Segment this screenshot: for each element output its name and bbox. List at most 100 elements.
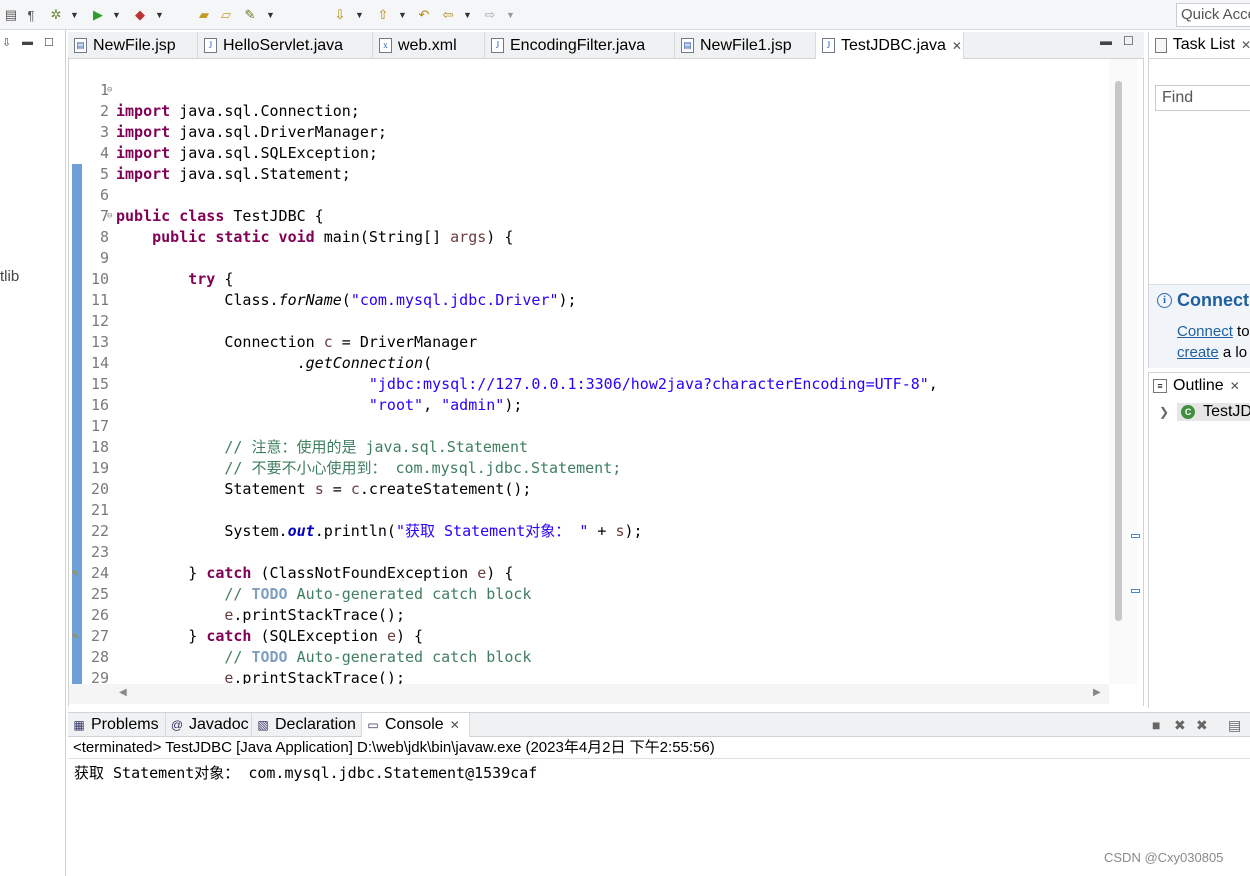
pen-dropdown-icon[interactable]: ▼ [266,6,275,24]
outline-class-item[interactable]: ❯ C TestJDBC [1159,401,1250,423]
code-line: 19 Statement s = c.createStatement(); [90,459,532,498]
code-line: 14 "jdbc:mysql://127.0.0.1:3306/how2java… [90,354,938,393]
scrollbar-thumb[interactable] [1115,81,1122,621]
tab-problems[interactable]: ▦ Problems [68,713,166,737]
pilcrow-icon[interactable]: ¶ [24,6,38,24]
external-tools-icon[interactable]: ◆ [132,6,148,24]
tab-javadoc[interactable]: @ Javadoc [166,713,252,737]
code-line: 11 [90,291,109,309]
remove-launch-icon[interactable]: ✖ [1174,717,1186,734]
java-file-icon: J [822,38,835,53]
pen-icon[interactable]: ✎ [242,6,258,24]
at-icon: @ [170,718,184,732]
console-status-line: <terminated> TestJDBC [Java Application]… [68,737,1250,759]
overview-ruler-marker[interactable] [1131,534,1140,538]
jsp-file-icon: ▤ [74,38,87,53]
prev-annotation-icon[interactable]: ⇧ [375,6,391,24]
tab-newfile1-jsp[interactable]: ▤ NewFile1.jsp [675,32,816,59]
next-annotation-icon[interactable]: ⇩ [332,6,348,24]
back-dropdown-icon[interactable]: ▼ [463,6,472,24]
tab-testjdbc-java[interactable]: J TestJDBC.java ✕ [816,32,964,59]
code-line: 18 // 不要不小心使用到： com.mysql.jdbc.Statement… [90,438,622,477]
maximize-icon[interactable]: ☐ [44,36,54,49]
tab-console[interactable]: ▭ Console ✕ [362,713,470,737]
info-icon: i [1157,293,1172,308]
editor-tab-bar: ▤ NewFile.jsp J HelloServlet.java x web.… [68,32,1144,59]
open-folder-icon[interactable]: ▰ [196,6,212,24]
code-line: 25 e.printStackTrace(); [90,585,405,624]
debug-icon[interactable]: ✲ [48,6,64,24]
tab-encodingfilter-java[interactable]: J EncodingFilter.java [485,32,675,59]
minimize-icon[interactable]: ▬ [22,36,33,48]
code-line: 29 } [90,669,109,684]
maximize-icon[interactable]: ☐ [1123,34,1134,48]
next-annotation-dropdown-icon[interactable]: ▼ [355,6,364,24]
close-icon[interactable]: ✕ [1230,379,1240,393]
console-icon: ▭ [367,718,379,732]
connect-link[interactable]: Connect to [1177,323,1250,340]
tab-newfile-jsp[interactable]: ▤ NewFile.jsp [68,32,198,59]
tab-outline[interactable]: ≡ Outline ✕ [1149,373,1250,399]
remove-all-terminated-icon[interactable]: ✖ [1196,717,1208,734]
tree-item-partial[interactable]: tlib [0,268,19,285]
minimize-icon[interactable]: ▬ [1100,34,1112,48]
run-dropdown-icon[interactable]: ▼ [112,6,121,24]
sidebar-toggle-icon[interactable]: ▤ [4,6,18,24]
code-area[interactable]: 1 ⊖ import java.sql.Connection; 2 import … [69,59,1109,684]
code-line: 4 import java.sql.Statement; [99,144,351,183]
tab-task-list[interactable]: Task List ✕ [1149,32,1250,59]
horizontal-scrollbar[interactable]: ◀ ▶ [69,684,1109,704]
watermark: CSDN @Cxy030805 [1104,850,1224,865]
problems-icon: ▦ [73,718,85,732]
declaration-icon: ▧ [257,718,269,732]
code-line: 6 public class TestJDBC { [99,186,324,225]
code-line: 8 [99,228,109,246]
code-line: 22 [90,522,109,540]
view-menu-icon[interactable]: ⇩ [2,36,11,49]
outline-panel: ≡ Outline ✕ ❯ C TestJDBC [1148,372,1250,708]
overview-ruler-marker[interactable] [1131,589,1140,593]
external-tools-dropdown-icon[interactable]: ▼ [155,6,164,24]
code-line: 26 } catch (SQLException e) { [90,606,424,645]
code-line: 17 // 注意：使用的是 java.sql.Statement [90,417,529,456]
code-line: 3 import java.sql.SQLException; [99,123,378,162]
java-code-editor[interactable]: 1 ⊖ import java.sql.Connection; 2 import … [68,59,1144,706]
scroll-right-icon[interactable]: ▶ [1093,687,1101,698]
task-find-input[interactable]: Find [1155,85,1250,111]
last-edit-icon[interactable]: ↶ [416,6,432,24]
debug-dropdown-icon[interactable]: ▼ [70,6,79,24]
tab-web-xml[interactable]: x web.xml [373,32,485,59]
code-line: 12 Connection c = DriverManager [90,312,478,351]
connect-mylyn-panel: i Connect Connect to create a lo [1149,284,1250,368]
scroll-left-icon[interactable]: ◀ [119,687,127,698]
tab-helloservlet-java[interactable]: J HelloServlet.java [198,32,373,59]
create-local-task-link[interactable]: create a lo [1177,344,1247,361]
console-tab-bar: ▦ Problems @ Javadoc ▧ Declaration ▭ Con… [68,712,1250,737]
outline-icon: ≡ [1153,379,1167,393]
forward-dropdown-icon[interactable]: ▼ [506,6,515,24]
code-line: 10 Class.forName("com.mysql.jdbc.Driver"… [90,270,577,309]
code-line: ✎ 27 // TODO Auto-generated catch block [72,627,532,666]
code-line: 15 "root", "admin"); [90,375,523,414]
java-file-icon: J [491,38,504,53]
open-file-icon[interactable]: ▱ [218,6,234,24]
console-output[interactable]: 获取 Statement对象： com.mysql.jdbc.Statement… [68,760,1250,876]
chevron-right-icon[interactable]: ❯ [1159,405,1169,419]
tab-declaration[interactable]: ▧ Declaration [252,713,362,737]
run-icon[interactable]: ▶ [90,6,106,24]
quick-access-input[interactable]: Quick Access [1176,3,1250,27]
package-explorer-panel: ⇩ ▬ ☐ tlib [0,30,66,876]
terminate-icon[interactable]: ■ [1152,717,1160,733]
close-icon[interactable]: ✕ [1241,38,1250,52]
prev-annotation-dropdown-icon[interactable]: ▼ [398,6,407,24]
task-list-icon [1155,37,1167,53]
java-file-icon: J [204,38,217,53]
close-icon[interactable]: ✕ [952,39,962,53]
forward-icon[interactable]: ⇨ [482,6,498,24]
code-line: 1 ⊖ import java.sql.Connection; [99,81,360,120]
code-line: 16 [90,396,109,414]
close-icon[interactable]: ✕ [450,718,460,732]
clear-console-icon[interactable]: ▤ [1228,717,1241,734]
main-toolbar: ▤ ¶ ✲ ▼ ▶ ▼ ◆ ▼ ▰ ▱ ✎ ▼ ⇩ ▼ ⇧ ▼ ↶ ⇦ ▼ ⇨ … [0,0,1250,30]
back-icon[interactable]: ⇦ [440,6,456,24]
